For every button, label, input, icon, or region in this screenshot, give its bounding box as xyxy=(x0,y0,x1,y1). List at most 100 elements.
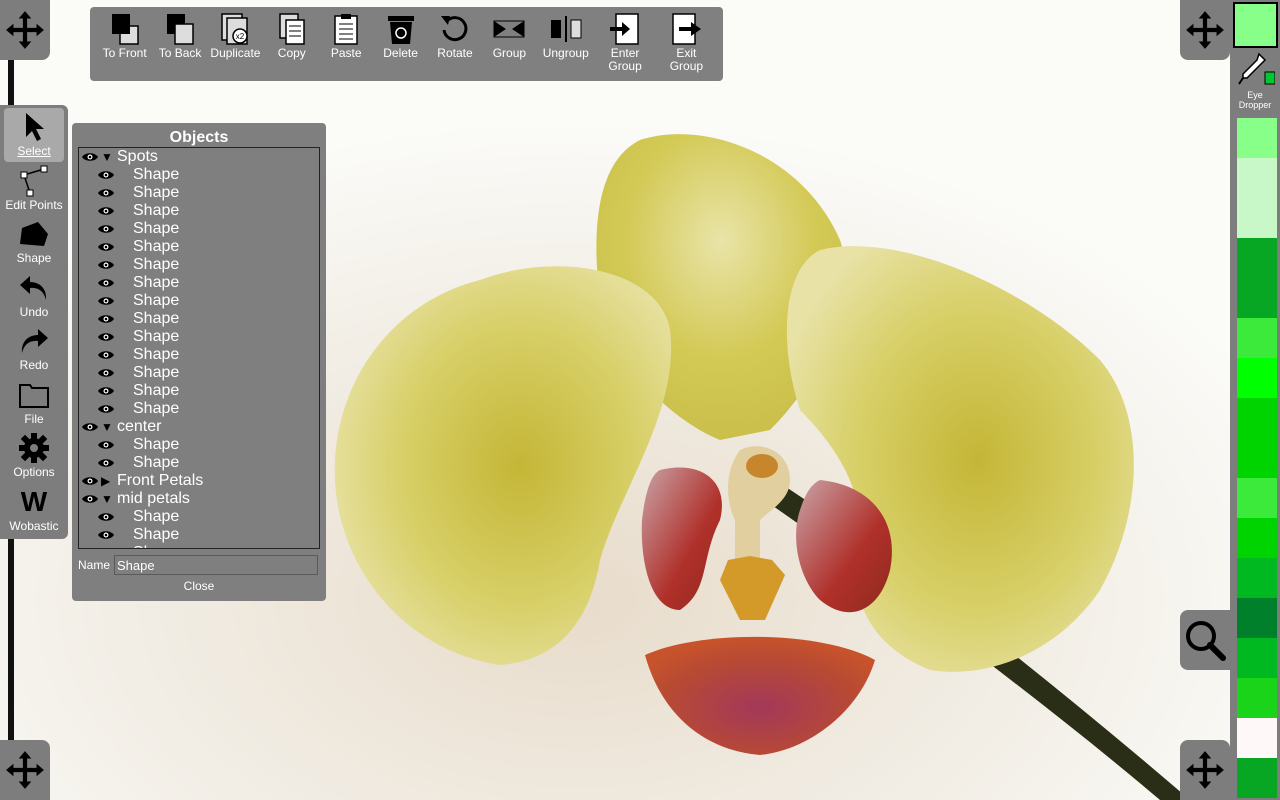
color-swatch[interactable] xyxy=(1237,238,1277,278)
paste-label: Paste xyxy=(330,46,362,60)
paste-button[interactable]: Paste xyxy=(320,11,373,81)
rotate-button[interactable]: Rotate xyxy=(428,11,481,81)
tree-item[interactable]: Shape xyxy=(79,256,319,274)
to-back-icon xyxy=(167,14,194,45)
color-swatch[interactable] xyxy=(1237,678,1277,718)
select-tool[interactable]: Select xyxy=(4,108,64,162)
to-back-button[interactable]: To Back xyxy=(153,11,206,81)
tree-item[interactable]: Shape xyxy=(79,400,319,418)
move-handle-bottom-left[interactable] xyxy=(0,740,50,800)
move-handle-top-right[interactable] xyxy=(1180,0,1230,60)
eye-icon[interactable] xyxy=(97,313,115,325)
edit-points-tool[interactable]: Edit Points xyxy=(0,162,68,216)
eye-icon[interactable] xyxy=(97,259,115,271)
eye-icon[interactable] xyxy=(97,205,115,217)
tree-item[interactable]: Shape xyxy=(79,382,319,400)
tree-item[interactable]: Shape xyxy=(79,184,319,202)
eye-icon[interactable] xyxy=(97,349,115,361)
expand-down-icon[interactable]: ▼ xyxy=(101,492,113,506)
current-color-swatch[interactable] xyxy=(1233,2,1278,48)
color-swatch[interactable] xyxy=(1237,358,1277,398)
tree-item[interactable]: Shape xyxy=(79,508,319,526)
close-button[interactable]: Close xyxy=(72,579,326,593)
move-handle-bottom-right[interactable] xyxy=(1180,740,1230,800)
color-swatch[interactable] xyxy=(1237,398,1277,438)
eye-icon[interactable] xyxy=(97,439,115,451)
tree-item[interactable]: Shape xyxy=(79,166,319,184)
file-button[interactable]: File xyxy=(0,376,68,430)
file-label: File xyxy=(24,411,44,426)
color-swatch[interactable] xyxy=(1237,558,1277,598)
color-swatch[interactable] xyxy=(1237,278,1277,318)
name-input[interactable] xyxy=(114,555,319,575)
eye-icon[interactable] xyxy=(97,223,115,235)
wobastic-button[interactable]: W Wobastic xyxy=(0,483,68,537)
tree-group[interactable]: ▶ Front Petals xyxy=(79,472,319,490)
eye-icon[interactable] xyxy=(81,493,99,505)
to-front-button[interactable]: To Front xyxy=(96,11,153,81)
eye-icon[interactable] xyxy=(97,295,115,307)
enter-group-button[interactable]: Enter Group xyxy=(594,11,655,81)
tree-item[interactable]: Shape xyxy=(79,454,319,472)
tree-item-label: Shape xyxy=(133,526,180,543)
expand-right-icon[interactable]: ▶ xyxy=(101,474,113,488)
redo-button[interactable]: Redo xyxy=(0,322,68,376)
tree-item[interactable]: Shape xyxy=(79,436,319,454)
exit-group-button[interactable]: Exit Group xyxy=(656,11,717,81)
delete-button[interactable]: Delete xyxy=(373,11,428,81)
group-button[interactable]: Group xyxy=(482,11,537,81)
eye-icon[interactable] xyxy=(81,421,99,433)
color-swatch[interactable] xyxy=(1237,718,1277,758)
eye-icon[interactable] xyxy=(97,385,115,397)
duplicate-button[interactable]: x2 Duplicate xyxy=(207,11,264,81)
tree-item[interactable]: Shape xyxy=(79,544,319,549)
copy-button[interactable]: Copy xyxy=(264,11,319,81)
expand-down-icon[interactable]: ▼ xyxy=(101,420,113,434)
tree-item[interactable]: Shape xyxy=(79,220,319,238)
shape-tool[interactable]: Shape xyxy=(0,215,68,269)
color-swatch[interactable] xyxy=(1237,438,1277,478)
eye-icon[interactable] xyxy=(97,331,115,343)
objects-tree[interactable]: ▼ Spots Shape Shape Shape Shape Shape Shape Shap… xyxy=(78,147,320,549)
tree-item[interactable]: Shape xyxy=(79,274,319,292)
tree-item[interactable]: Shape xyxy=(79,346,319,364)
eye-icon[interactable] xyxy=(97,367,115,379)
tree-item[interactable]: Shape xyxy=(79,202,319,220)
eye-icon[interactable] xyxy=(97,241,115,253)
eye-icon[interactable] xyxy=(97,277,115,289)
color-swatch[interactable] xyxy=(1237,758,1277,798)
eye-icon[interactable] xyxy=(97,457,115,469)
eye-icon[interactable] xyxy=(97,169,115,181)
color-swatch[interactable] xyxy=(1237,118,1277,158)
color-swatch[interactable] xyxy=(1237,478,1277,518)
eye-dropper-button[interactable]: Eye Dropper xyxy=(1232,52,1278,110)
eye-icon[interactable] xyxy=(97,403,115,415)
eye-icon[interactable] xyxy=(81,151,99,163)
eye-icon[interactable] xyxy=(97,187,115,199)
eye-icon[interactable] xyxy=(81,475,99,487)
eye-icon[interactable] xyxy=(97,529,115,541)
ungroup-button[interactable]: Ungroup xyxy=(537,11,594,81)
tree-item[interactable]: Shape xyxy=(79,526,319,544)
color-swatch[interactable] xyxy=(1237,158,1277,198)
tree-item[interactable]: Shape xyxy=(79,292,319,310)
tree-item[interactable]: Shape xyxy=(79,328,319,346)
color-swatch[interactable] xyxy=(1237,198,1277,238)
color-swatch[interactable] xyxy=(1237,638,1277,678)
tree-group[interactable]: ▼ mid petals xyxy=(79,490,319,508)
color-swatch[interactable] xyxy=(1237,518,1277,558)
tree-group[interactable]: ▼ Spots xyxy=(79,148,319,166)
move-handle-top-left[interactable] xyxy=(0,0,50,60)
tree-item[interactable]: Shape xyxy=(79,310,319,328)
options-button[interactable]: Options xyxy=(0,429,68,483)
tree-item[interactable]: Shape xyxy=(79,238,319,256)
tree-group[interactable]: ▼ center xyxy=(79,418,319,436)
undo-button[interactable]: Undo xyxy=(0,269,68,323)
color-swatch[interactable] xyxy=(1237,318,1277,358)
zoom-button[interactable] xyxy=(1180,610,1230,670)
eye-icon[interactable] xyxy=(97,547,115,549)
tree-item[interactable]: Shape xyxy=(79,364,319,382)
color-swatch[interactable] xyxy=(1237,598,1277,638)
eye-icon[interactable] xyxy=(97,511,115,523)
expand-down-icon[interactable]: ▼ xyxy=(101,150,113,164)
